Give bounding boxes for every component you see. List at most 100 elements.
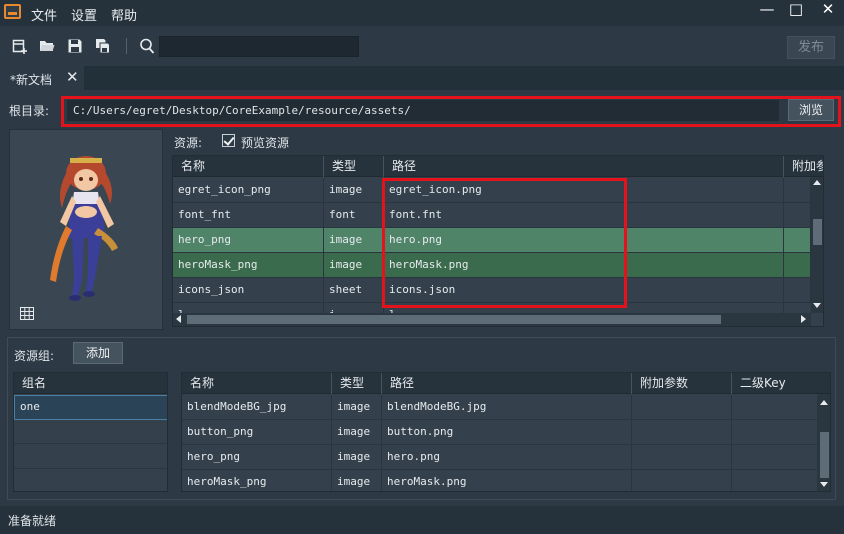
- group-list: 组名 one: [13, 372, 168, 492]
- scrollbar-thumb[interactable]: [187, 315, 721, 324]
- scroll-up-icon[interactable]: [820, 400, 828, 405]
- resource-horizontal-scrollbar[interactable]: [173, 313, 811, 326]
- cell-params: [784, 178, 811, 202]
- column-header-subkey[interactable]: 二级Key: [732, 373, 830, 394]
- cell-subkey: [732, 420, 818, 444]
- cell-params: [632, 395, 732, 419]
- cell-path: heroMask.png: [382, 470, 632, 491]
- new-document-icon[interactable]: [12, 38, 28, 54]
- resource-table: 名称 类型 路径 附加参 egret_icon_pngimageegret_ic…: [172, 155, 824, 327]
- open-folder-icon[interactable]: [39, 38, 55, 54]
- root-dir-label: 根目录:: [9, 104, 50, 118]
- preview-resources-checkbox[interactable]: [222, 134, 235, 147]
- toolbar-separator: [126, 38, 127, 54]
- menu-help[interactable]: 帮助: [111, 5, 137, 24]
- tab-label: *新文档: [10, 73, 53, 87]
- cell-params: [784, 228, 811, 252]
- table-row[interactable]: heroMask_png image heroMask.png: [182, 470, 818, 491]
- table-row[interactable]: hero_png image hero.png: [182, 445, 818, 470]
- cell-type: image: [324, 228, 384, 252]
- table-row[interactable]: blendModeBG_jpg image blendModeBG.jpg: [182, 395, 818, 420]
- column-header-type[interactable]: 类型: [332, 373, 382, 394]
- cell-path: hero.png: [382, 445, 632, 469]
- close-window-button[interactable]: ✕: [813, 0, 843, 20]
- search-input[interactable]: [159, 36, 359, 57]
- publish-button[interactable]: 发布: [787, 36, 835, 59]
- column-header-type[interactable]: 类型: [324, 156, 384, 177]
- cell-type: image: [332, 420, 382, 444]
- grid-view-icon[interactable]: [20, 307, 34, 320]
- cell-type: image: [332, 470, 382, 491]
- cell-params: [784, 278, 811, 302]
- cell-path: font.fnt: [384, 203, 784, 227]
- table-row[interactable]: heroMask_png image heroMask.png: [173, 253, 811, 278]
- cell-type: image: [332, 445, 382, 469]
- cell-name: button_png: [182, 420, 332, 444]
- scroll-right-icon[interactable]: [801, 315, 806, 323]
- tab-close-icon[interactable]: ✕: [66, 68, 79, 86]
- cell-path: icons.json: [384, 278, 784, 302]
- add-group-button[interactable]: 添加: [73, 342, 123, 364]
- scroll-up-icon[interactable]: [813, 180, 821, 185]
- list-item-empty: [14, 419, 167, 444]
- menu-file[interactable]: 文件: [31, 5, 57, 24]
- resources-label: 资源:: [174, 136, 203, 150]
- column-header-params[interactable]: 附加参: [784, 156, 823, 177]
- group-name: one: [15, 396, 167, 418]
- resource-vertical-scrollbar[interactable]: [811, 177, 823, 313]
- cell-params: [632, 470, 732, 491]
- cell-params: [784, 253, 811, 277]
- cell-name: icons_json: [173, 278, 324, 302]
- column-header-params[interactable]: 附加参数: [632, 373, 732, 394]
- cell-path: egret_icon.png: [384, 178, 784, 202]
- table-row[interactable]: font_fnt font font.fnt: [173, 203, 811, 228]
- root-path-input[interactable]: C:/Users/egret/Desktop/CoreExample/resou…: [67, 100, 779, 121]
- scroll-down-icon[interactable]: [820, 482, 828, 487]
- cell-type: font: [324, 203, 384, 227]
- scrollbar-thumb[interactable]: [813, 219, 822, 245]
- cell-path: hero.png: [384, 228, 784, 252]
- cell-subkey: [732, 445, 818, 469]
- table-row[interactable]: icons_json sheet icons.json: [173, 278, 811, 303]
- menu-settings[interactable]: 设置: [71, 5, 97, 24]
- table-row[interactable]: egret_icon_png image egret_icon.png: [173, 178, 811, 203]
- status-bar: 准备就绪: [0, 506, 844, 534]
- tab-new-document[interactable]: *新文档 ✕: [0, 66, 84, 90]
- preview-resources-label: 预览资源: [241, 136, 290, 150]
- resource-group-label: 资源组:: [14, 349, 55, 363]
- browse-button[interactable]: 浏览: [788, 99, 834, 121]
- group-resource-table: 名称 类型 路径 附加参数 二级Key blendModeBG_jpg image…: [181, 372, 831, 492]
- search-icon: [140, 38, 155, 54]
- column-header-name[interactable]: 名称: [182, 373, 332, 394]
- cell-path: blendModeBG.jpg: [382, 395, 632, 419]
- cell-subkey: [732, 395, 818, 419]
- column-header-path[interactable]: 路径: [384, 156, 784, 177]
- cell-name: hero_png: [182, 445, 332, 469]
- group-list-header: 组名: [14, 373, 167, 394]
- list-item-empty: [14, 444, 167, 469]
- table-row[interactable]: hero_png image hero.png: [173, 228, 811, 253]
- column-header-path[interactable]: 路径: [382, 373, 632, 394]
- hero-sprite-preview: [50, 156, 118, 301]
- scroll-left-icon[interactable]: [176, 315, 181, 323]
- group-vertical-scrollbar[interactable]: [818, 394, 830, 491]
- tab-strip: *新文档 ✕: [0, 66, 844, 90]
- maximize-button[interactable]: □: [781, 0, 811, 20]
- cell-params: [784, 203, 811, 227]
- save-all-icon[interactable]: [95, 38, 111, 54]
- scrollbar-thumb[interactable]: [820, 432, 829, 478]
- cell-name: egret_icon_png: [173, 178, 324, 202]
- preview-panel: [9, 129, 163, 330]
- menu-bar: 文件 设置 帮助 — □ ✕: [0, 0, 844, 26]
- list-item[interactable]: one: [14, 395, 167, 420]
- minimize-button[interactable]: —: [752, 0, 782, 20]
- table-row[interactable]: button_png image button.png: [182, 420, 818, 445]
- cell-type: sheet: [324, 278, 384, 302]
- save-icon[interactable]: [67, 38, 83, 54]
- column-header-group-name[interactable]: 组名: [14, 373, 167, 394]
- column-header-name[interactable]: 名称: [173, 156, 324, 177]
- scroll-down-icon[interactable]: [813, 303, 821, 308]
- group-table-header: 名称 类型 路径 附加参数 二级Key: [182, 373, 830, 394]
- cell-subkey: [732, 470, 818, 491]
- cell-name: blendModeBG_jpg: [182, 395, 332, 419]
